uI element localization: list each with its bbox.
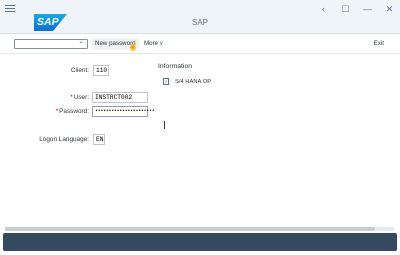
scrollbar-thumb[interactable] xyxy=(5,227,375,231)
menu-icon[interactable] xyxy=(5,5,15,13)
back-icon[interactable]: ‹ xyxy=(319,3,328,15)
chevron-down-icon: ∨ xyxy=(159,41,164,47)
horizontal-scrollbar[interactable] xyxy=(5,227,394,231)
information-title: Information xyxy=(158,63,193,70)
transaction-code-field[interactable]: ⌄ xyxy=(14,37,88,49)
information-item: ≡ S/4 HANA OP xyxy=(163,78,211,85)
client-field[interactable]: 110 xyxy=(93,65,109,76)
password-label: *Password: xyxy=(40,108,89,115)
more-label: More xyxy=(144,40,159,47)
password-field[interactable]: •••••••••••••••••••••• xyxy=(92,106,155,117)
text-caret xyxy=(164,121,165,129)
window-title: SAP xyxy=(191,18,208,27)
required-marker: * xyxy=(55,108,59,115)
lock-icon[interactable]: ☐ xyxy=(341,3,350,15)
window-controls: ‹ ☐ — ✕ xyxy=(319,3,394,15)
title-bar: SAP SAP ‹ ☐ — ✕ xyxy=(0,0,400,34)
more-button[interactable]: More∨ xyxy=(144,38,164,50)
required-marker: * xyxy=(70,94,73,101)
chevron-down-icon[interactable]: ⌄ xyxy=(78,37,84,45)
close-icon[interactable]: ✕ xyxy=(385,3,394,15)
exit-button[interactable]: Exit xyxy=(374,38,384,50)
password-label-text: Password: xyxy=(59,108,89,115)
user-field[interactable]: INSTRCT002 xyxy=(92,92,148,103)
minimize-icon[interactable]: — xyxy=(363,3,372,15)
client-label: Client: xyxy=(70,67,89,74)
mouse-cursor-icon: ☝ xyxy=(128,42,138,51)
application-toolbar: ⌄ New password ☝ More∨ Exit xyxy=(0,35,400,54)
document-icon: ≡ xyxy=(163,78,169,85)
logon-language-field[interactable]: EN xyxy=(93,134,105,145)
user-label-text: User: xyxy=(73,94,89,101)
status-bar xyxy=(3,233,397,251)
logon-language-label: Logon Language: xyxy=(39,136,89,143)
information-item-text: S/4 HANA OP xyxy=(175,78,212,85)
user-label: *User: xyxy=(40,94,89,101)
